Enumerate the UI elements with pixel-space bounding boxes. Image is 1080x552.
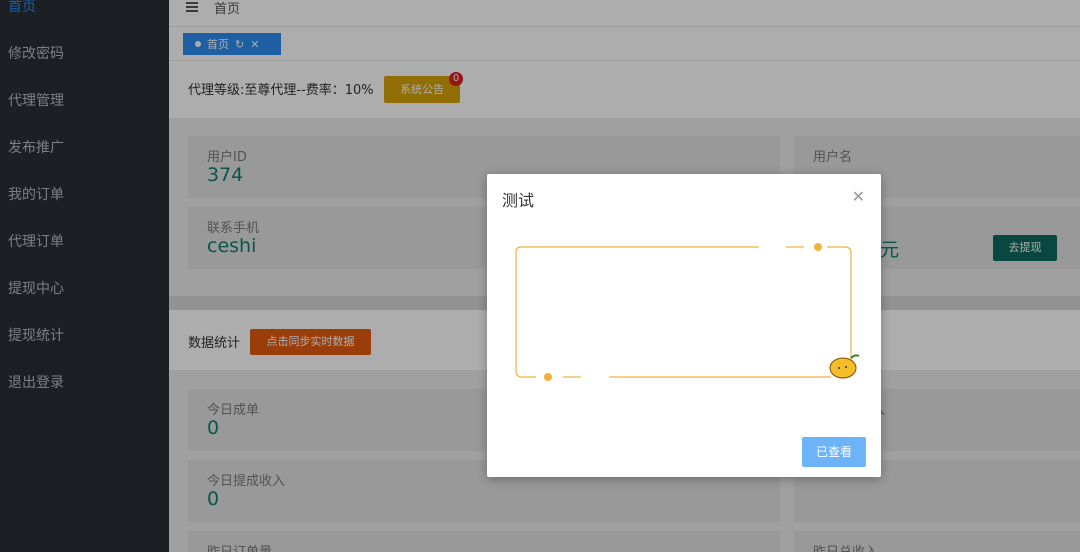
notice-modal: 测试 ✕ 已查看 [487,174,881,477]
modal-frame-illustration [515,243,860,381]
mango-icon [829,354,860,379]
close-icon[interactable]: ✕ [852,187,865,206]
modal-title: 测试 [502,191,535,210]
seen-button[interactable]: 已查看 [802,437,866,467]
